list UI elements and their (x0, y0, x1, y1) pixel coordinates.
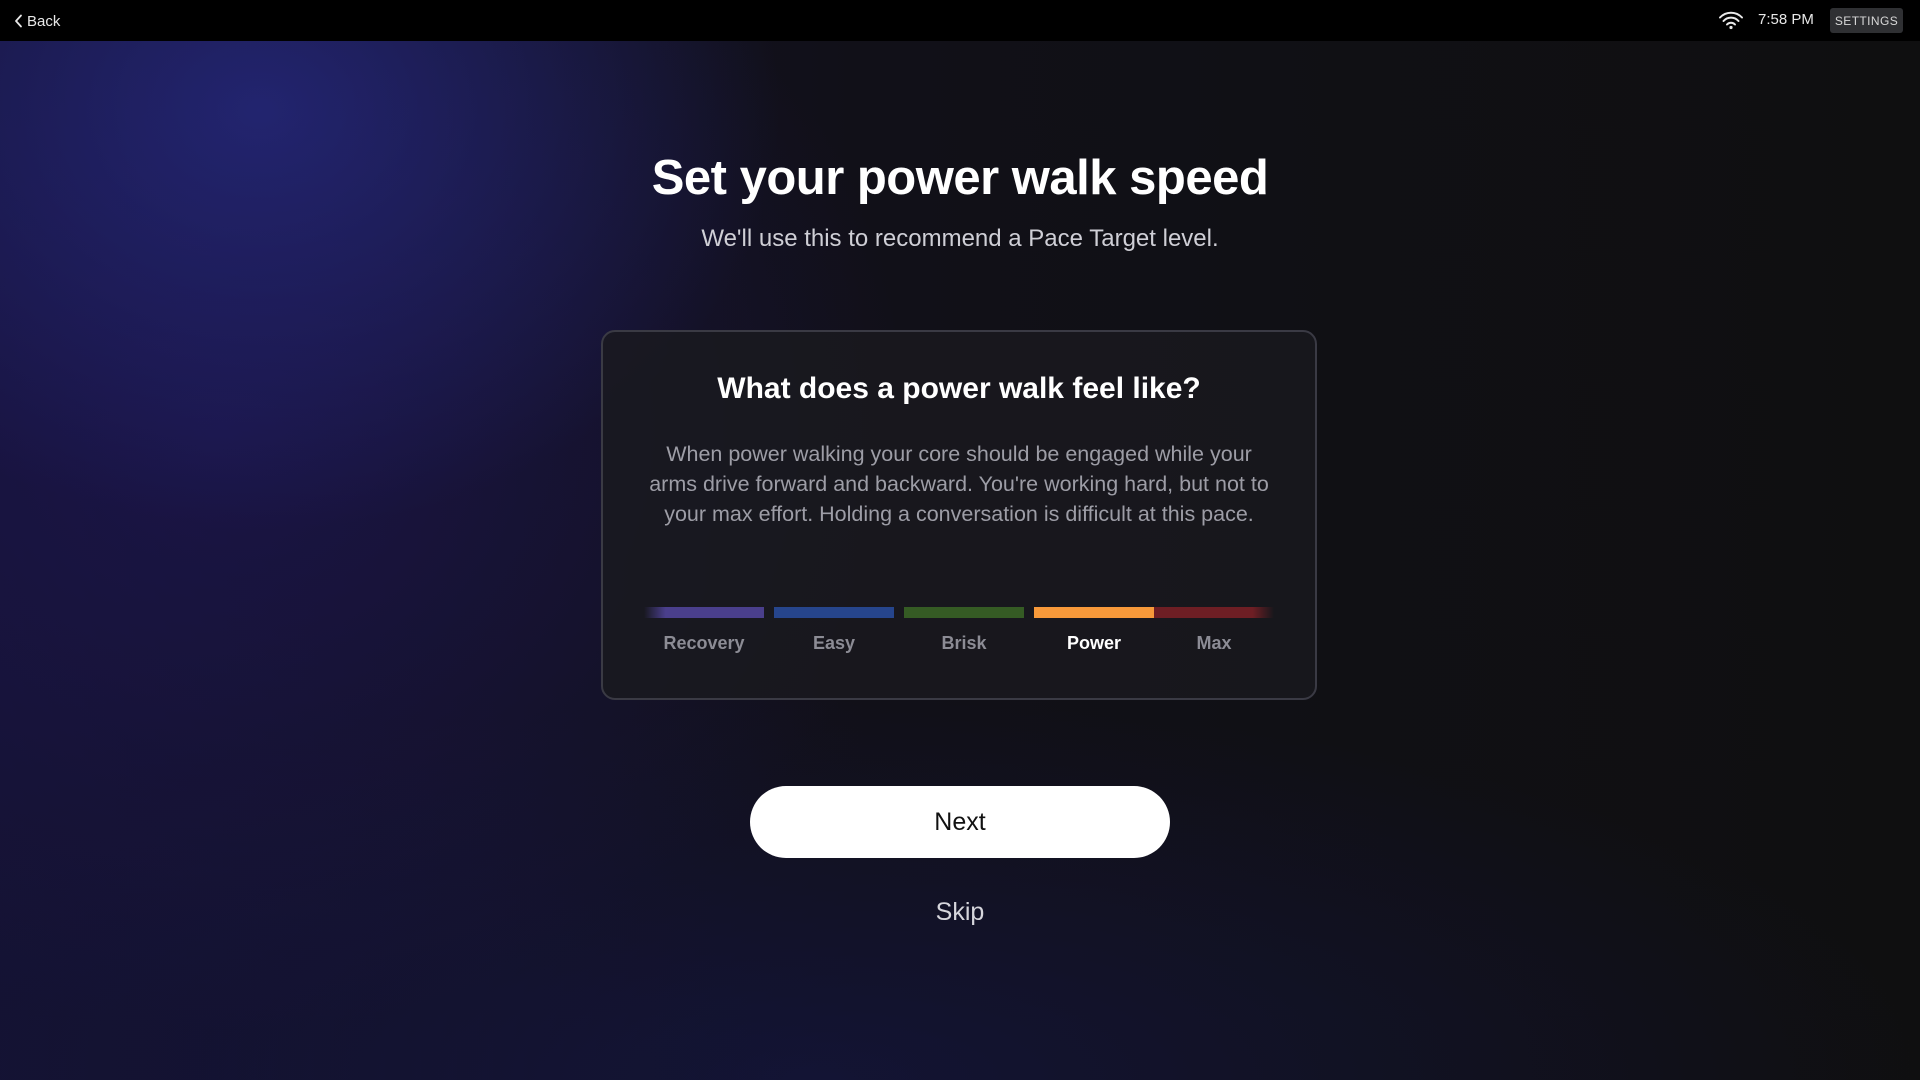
status-time: 7:58 PM (1758, 11, 1814, 28)
zone-bar-easy (774, 607, 894, 618)
chevron-left-icon (14, 14, 23, 28)
zone-label-recovery: Recovery (663, 633, 745, 653)
zone-label-power: Power (1066, 633, 1122, 653)
zone-easy: Easy (774, 607, 894, 657)
zone-power: Power (1034, 607, 1154, 657)
settings-button[interactable]: SETTINGS (1830, 8, 1903, 33)
zone-label-max: Max (1196, 633, 1232, 653)
zone-brisk: Brisk (904, 607, 1024, 657)
power-walk-info-card: What does a power walk feel like? When p… (601, 330, 1317, 700)
zone-label-easy: Easy (812, 633, 856, 653)
back-label: Back (27, 12, 61, 30)
zone-bar-power (1034, 607, 1154, 618)
next-button[interactable]: Next (750, 786, 1170, 858)
wifi-icon (1718, 10, 1744, 30)
page-title: Set your power walk speed (651, 151, 1269, 205)
back-button[interactable]: Back (14, 10, 60, 32)
skip-button[interactable]: Skip (860, 894, 1060, 930)
zone-bar-recovery (644, 607, 764, 618)
zone-recovery: Recovery (644, 607, 764, 657)
zone-bar-max (1154, 607, 1274, 618)
zone-max: Max (1154, 607, 1274, 657)
zone-bar-brisk (904, 607, 1024, 618)
power-walk-setup-screen: Back 7:58 PM SETTINGS Set your power wal… (0, 0, 1920, 1080)
zone-label-brisk: Brisk (941, 633, 987, 653)
card-body: When power walking your core should be e… (649, 442, 1269, 526)
status-bar: Back 7:58 PM SETTINGS (0, 0, 1920, 41)
pace-zone-scale: Recovery Easy Brisk Power Max (644, 607, 1274, 657)
card-title: What does a power walk feel like? (717, 372, 1201, 405)
page-subtitle: We'll use this to recommend a Pace Targe… (701, 225, 1219, 252)
